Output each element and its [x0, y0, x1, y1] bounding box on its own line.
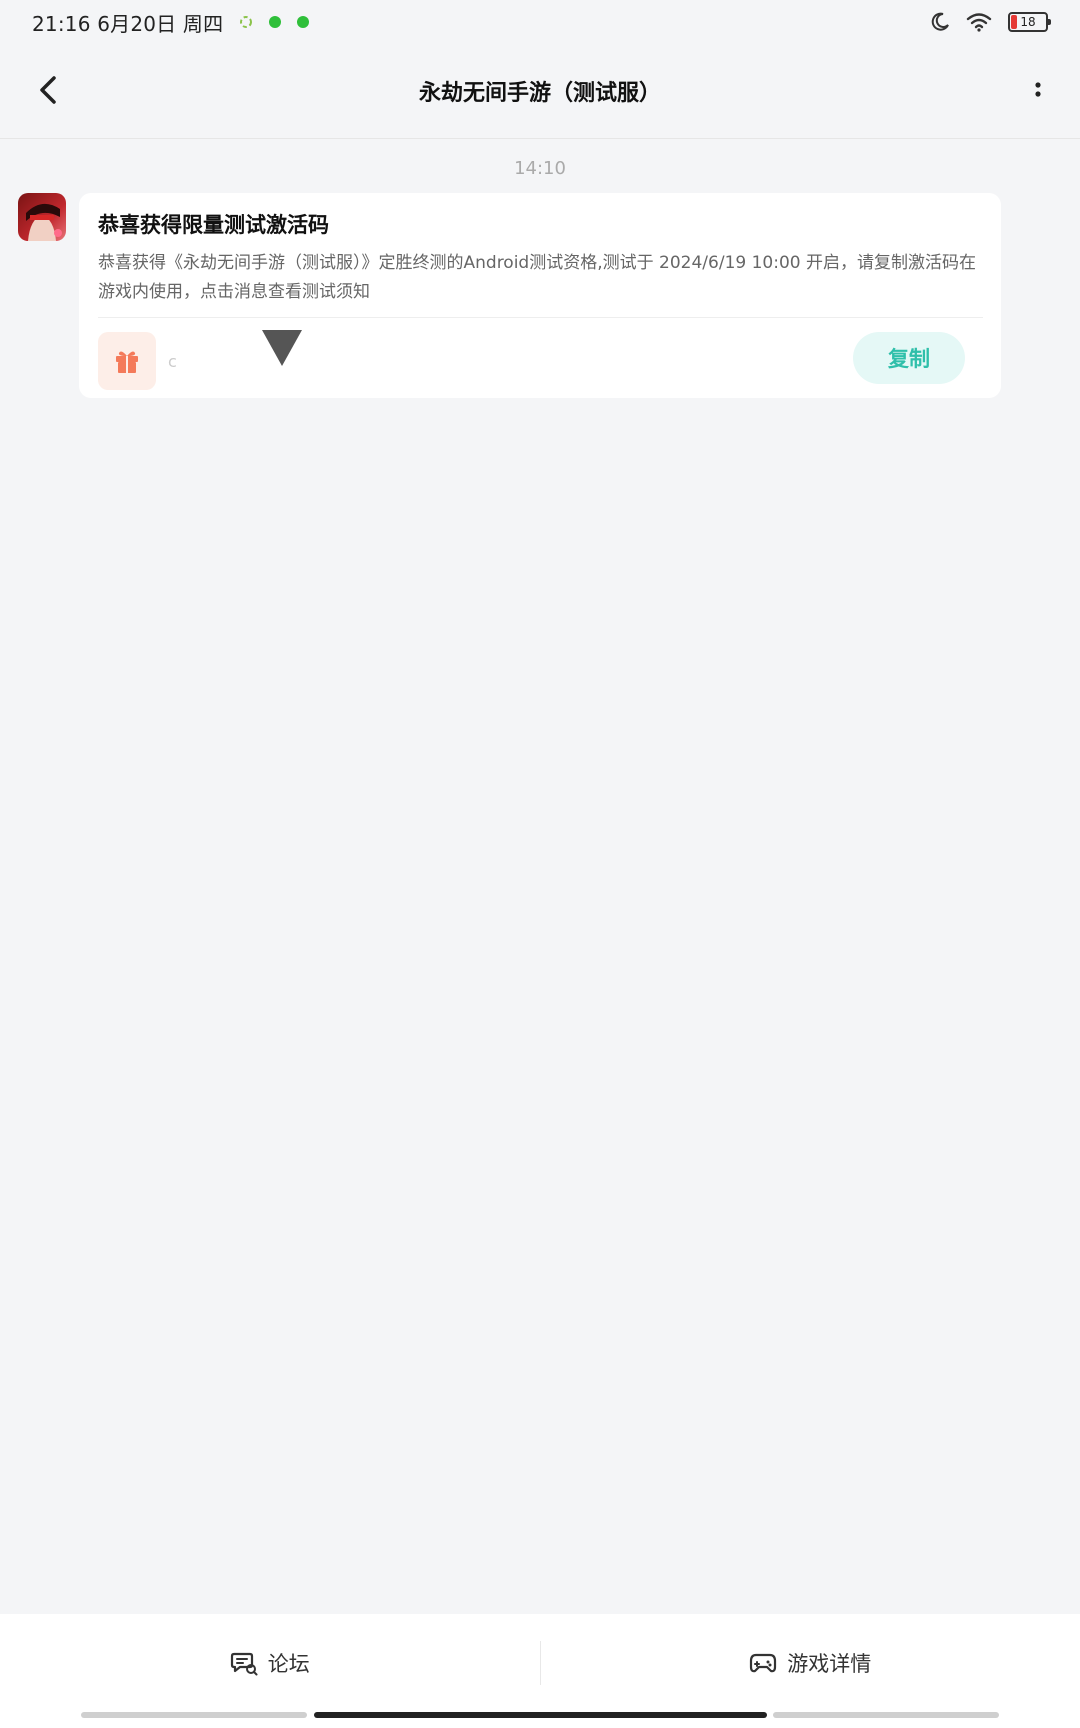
bottom-navigation: 论坛 游戏详情 [0, 1614, 1080, 1712]
activation-code-row: c 复制 [98, 318, 983, 404]
battery-level: 18 [1020, 15, 1036, 29]
gesture-segment-right [773, 1712, 999, 1718]
message-title: 恭喜获得限量测试激活码 [98, 213, 329, 237]
moon-icon [930, 12, 950, 32]
gesture-segment-left [81, 1712, 307, 1718]
status-time: 21:16 6月20日 周四 [32, 11, 224, 36]
game-details-tab[interactable]: 游戏详情 [541, 1614, 1080, 1712]
gesture-bar [0, 1712, 1080, 1728]
top-app-bar: 永劫无间手游（测试服） [0, 44, 1080, 139]
avatar-image [18, 193, 66, 241]
status-left: 21:16 6月20日 周四 [32, 8, 310, 37]
message-timestamp: 14:10 [514, 158, 566, 179]
gift-icon [116, 351, 138, 373]
status-bar: 21:16 6月20日 周四 18 [0, 0, 1080, 44]
forum-label: 论坛 [267, 1652, 310, 1676]
notification-icon-2 [269, 16, 282, 28]
chevron-left-icon [40, 76, 56, 104]
page-title: 永劫无间手游（测试服） [418, 81, 661, 106]
notification-icon-1 [239, 15, 253, 29]
wifi-icon [966, 12, 992, 32]
status-right: 18 [930, 12, 1051, 32]
more-vertical-icon [1035, 82, 1041, 97]
cursor-arrow-icon [262, 330, 302, 366]
forum-tab[interactable]: 论坛 [0, 1614, 540, 1712]
message-card[interactable]: 恭喜获得限量测试激活码 恭喜获得《永劫无间手游（测试服）》定胜终测的Androi… [79, 193, 1001, 398]
back-button[interactable] [24, 66, 72, 114]
gift-icon-container [98, 332, 156, 390]
notification-icon-3 [297, 16, 310, 28]
more-options-button[interactable] [1014, 66, 1062, 114]
activation-code: c [168, 351, 177, 371]
battery-indicator: 18 [1008, 12, 1051, 32]
game-avatar[interactable] [18, 193, 66, 241]
gamepad-icon [750, 1653, 777, 1673]
game-details-label: 游戏详情 [787, 1652, 872, 1676]
message-body: 恭喜获得《永劫无间手游（测试服）》定胜终测的Android测试资格,测试于 20… [98, 253, 976, 302]
battery-fill [1011, 15, 1018, 29]
forum-chat-icon [230, 1652, 258, 1676]
copy-button[interactable]: 复制 [853, 332, 965, 384]
gesture-handle[interactable] [314, 1712, 767, 1718]
